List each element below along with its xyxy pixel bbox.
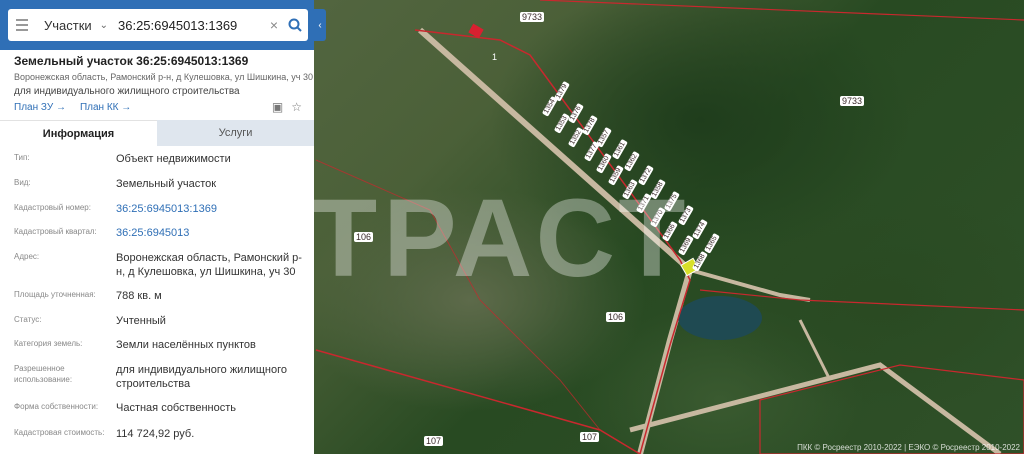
detail-value: Воронежская область, Рамонский р-н, д Ку… bbox=[116, 252, 302, 278]
detail-value[interactable]: 36:25:6945013 bbox=[116, 226, 306, 240]
tab-services[interactable]: Услуги bbox=[157, 120, 314, 146]
search-object-icon[interactable]: ▣ bbox=[272, 100, 283, 114]
map-label-1: 1 bbox=[492, 52, 498, 62]
detail-key: Кадастровый номер: bbox=[14, 203, 91, 212]
search-input[interactable]: 36:25:6945013:1369 bbox=[114, 18, 266, 33]
search-box: Участки ⌄ 36:25:6945013:1369 × bbox=[8, 9, 308, 41]
map-label-9733-b: 9733 bbox=[840, 96, 865, 106]
boundary-north bbox=[539, 0, 1024, 21]
info-panel: Участки ⌄ 36:25:6945013:1369 × Земельный… bbox=[0, 0, 314, 454]
star-icon[interactable]: ☆ bbox=[291, 100, 302, 114]
map-label-107-a: 107 bbox=[424, 436, 444, 446]
detail-key: Категория земель: bbox=[14, 339, 83, 348]
detail-key: Вид: bbox=[14, 178, 31, 187]
plan-zu-link[interactable]: План ЗУ → bbox=[14, 102, 66, 113]
detail-value: 114 724,92 руб. bbox=[116, 428, 195, 440]
map-label-107-b: 107 bbox=[580, 432, 600, 442]
detail-key: Статус: bbox=[14, 315, 42, 324]
detail-value: Частная собственность bbox=[116, 402, 237, 414]
category-select[interactable]: Участки ⌄ bbox=[36, 18, 114, 33]
menu-icon[interactable] bbox=[8, 9, 36, 41]
road-path bbox=[798, 319, 832, 381]
parcel-address: Воронежская область, Рамонский р-н, д Ку… bbox=[14, 72, 313, 82]
detail-key: Кадастровый квартал: bbox=[14, 227, 97, 236]
clear-icon[interactable]: × bbox=[266, 17, 282, 33]
category-label: Участки bbox=[44, 17, 92, 33]
tab-info[interactable]: Информация bbox=[0, 120, 157, 146]
detail-key: Адрес: bbox=[14, 252, 40, 261]
collapse-panel-button[interactable]: ‹ bbox=[314, 9, 326, 41]
watermark: ТРАСТ bbox=[310, 177, 692, 300]
parcel-purpose: для индивидуального жилищного строительс… bbox=[14, 86, 240, 97]
detail-value: Земельный участок bbox=[116, 178, 217, 190]
detail-key: Кадастровая стоимость: bbox=[14, 428, 105, 437]
map-copyright: ПКК © Росреестр 2010-2022 | ЕЭКО © Росре… bbox=[797, 443, 1020, 452]
plan-kk-link[interactable]: План КК → bbox=[80, 102, 131, 113]
detail-value: для индивидуального жилищного строительс… bbox=[116, 364, 288, 390]
map-label-9733-a: 9733 bbox=[520, 12, 545, 22]
detail-value[interactable]: 36:25:6945013:1369 bbox=[116, 202, 306, 216]
detail-key: Разрешенное использование: bbox=[14, 364, 73, 384]
detail-value: 788 кв. м bbox=[116, 290, 162, 302]
search-icon bbox=[288, 18, 302, 32]
pond bbox=[678, 296, 762, 340]
chevron-down-icon: ⌄ bbox=[99, 19, 108, 31]
parcel-title: Земельный участок 36:25:6945013:1369 bbox=[14, 54, 249, 68]
detail-key: Тип: bbox=[14, 153, 30, 162]
road-south bbox=[629, 362, 1002, 454]
detail-key: Площадь уточненная: bbox=[14, 290, 96, 299]
search-bar: Участки ⌄ 36:25:6945013:1369 × bbox=[0, 0, 314, 50]
detail-value: Земли населённых пунктов bbox=[116, 339, 256, 351]
map-label-106-b: 106 bbox=[606, 312, 626, 322]
detail-value: Объект недвижимости bbox=[116, 153, 231, 165]
search-button[interactable] bbox=[282, 9, 308, 41]
detail-value: Учтенный bbox=[116, 315, 166, 327]
detail-key: Форма собственности: bbox=[14, 402, 99, 411]
